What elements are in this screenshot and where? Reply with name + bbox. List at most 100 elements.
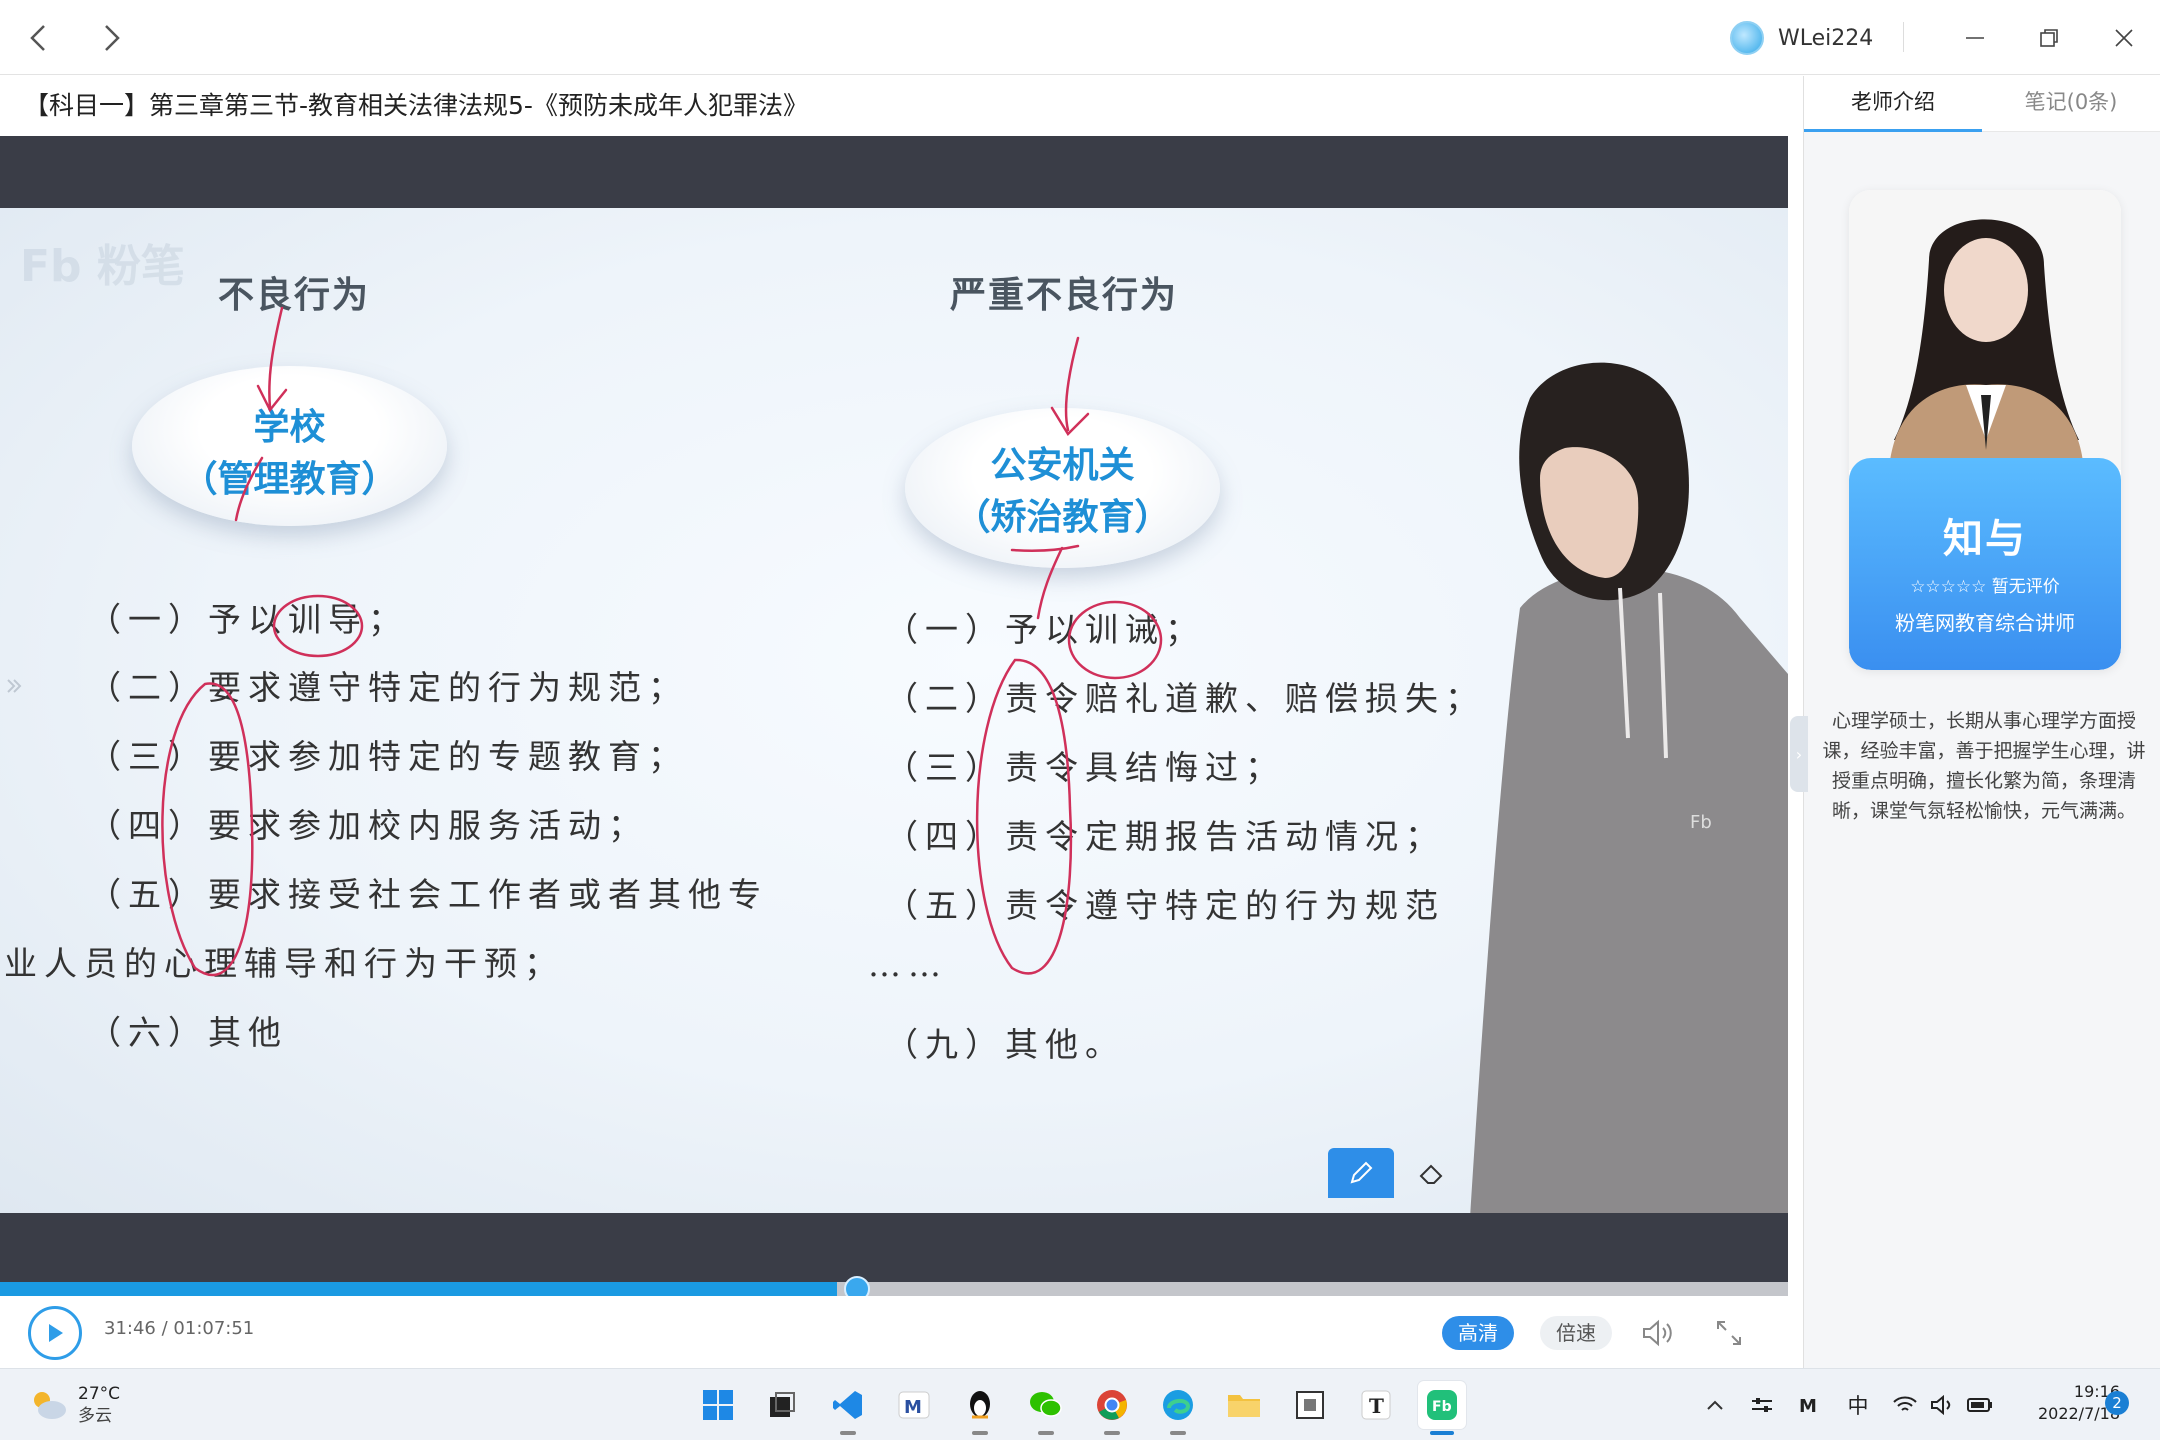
left-item: （三）要求参加特定的专题教育； (88, 737, 688, 776)
user-account[interactable]: WLei224 (1730, 18, 1873, 58)
start-button[interactable] (694, 1381, 742, 1429)
close-button[interactable] (2100, 14, 2148, 62)
volume-icon (1643, 1319, 1672, 1347)
task-view-icon (770, 1392, 795, 1417)
mail-app[interactable]: M (890, 1381, 938, 1429)
fenbi-app[interactable]: Fb (1418, 1381, 1466, 1435)
chevron-right-icon (105, 25, 120, 51)
cloudy-sun-icon (34, 1392, 66, 1419)
time-separator: / (161, 1318, 168, 1339)
police-box-line2: （矫治教育） (954, 497, 1171, 538)
video-player[interactable]: Fb 粉笔 不良行为 严重不良行为 学校 （管理教育） 公安机关 （矫治教育） … (0, 136, 1788, 1282)
notification-badge[interactable]: 2 (2105, 1391, 2129, 1415)
file-explorer-app[interactable] (1220, 1381, 1268, 1429)
pen-tool[interactable] (1328, 1148, 1394, 1198)
sliders-icon (1752, 1398, 1772, 1412)
running-indicator (972, 1431, 988, 1435)
teacher-card: 知与 ☆☆☆☆☆ 暂无评价 粉笔网教育综合讲师 (1849, 190, 2121, 670)
progress-fill (0, 1282, 837, 1296)
police-box: 公安机关 （矫治教育） (905, 408, 1220, 568)
drawing-toolbar (1328, 1148, 1468, 1198)
minimize-button[interactable] (1951, 14, 1999, 62)
divider (1903, 22, 1904, 52)
weather-widget[interactable]: 27°C 多云 (28, 1379, 120, 1431)
battery-button[interactable] (1964, 1387, 1996, 1423)
tray-mail-app[interactable]: M (1793, 1387, 1827, 1423)
left-item: （四）要求参加校内服务活动； (88, 806, 648, 845)
edge-icon (1163, 1390, 1193, 1420)
right-item: （一）予以训诫； (885, 610, 1205, 649)
double-chevron-icon[interactable] (2, 673, 28, 699)
svg-text:M: M (1799, 1396, 1817, 1416)
star-icons: ☆☆☆☆☆ (1910, 577, 1987, 597)
user-avatar (1730, 21, 1764, 55)
school-box: 学校 （管理教育） (132, 366, 447, 526)
edge-app[interactable] (1154, 1381, 1202, 1435)
notepad-app[interactable] (1286, 1381, 1334, 1429)
fullscreen-icon (1717, 1321, 1741, 1345)
task-view-button[interactable] (758, 1381, 806, 1429)
current-time: 31:46 (104, 1318, 156, 1339)
back-button[interactable] (14, 14, 62, 62)
volume-button[interactable] (1637, 1312, 1679, 1354)
play-icon (49, 1324, 63, 1342)
volume-tray[interactable] (1928, 1387, 1958, 1423)
speed-button[interactable]: 倍速 (1540, 1316, 1612, 1350)
m-logo-icon: M (898, 1391, 930, 1419)
weather-condition: 多云 (78, 1406, 112, 1426)
playback-time: 31:46 / 01:07:51 (104, 1318, 254, 1339)
restore-icon (2040, 29, 2058, 47)
close-icon (2115, 29, 2133, 47)
running-indicator (1038, 1431, 1054, 1435)
left-item: （一）予以训导； (88, 600, 408, 639)
weather-temp: 27°C (78, 1384, 121, 1404)
qq-app[interactable] (956, 1381, 1004, 1435)
forward-button[interactable] (88, 14, 136, 62)
running-indicator (1104, 1431, 1120, 1435)
fullscreen-button[interactable] (1708, 1312, 1750, 1354)
battery-icon (1967, 1398, 1992, 1412)
windows-taskbar: 27°C 多云 M T Fb M 中 19:16 2022/7/18 2 (0, 1368, 2160, 1440)
left-item: 业人员的心理辅导和行为干预； (4, 944, 564, 983)
running-indicator (1430, 1431, 1454, 1435)
rating-text: 暂无评价 (1991, 577, 2060, 597)
chrome-icon (1097, 1390, 1127, 1420)
speaker-icon (1931, 1395, 1951, 1415)
typora-app[interactable]: T (1352, 1381, 1400, 1429)
svg-text:Fb: Fb (1690, 812, 1712, 833)
penguin-icon (970, 1391, 990, 1419)
wifi-button[interactable] (1890, 1387, 1920, 1423)
ime-indicator[interactable]: 中 (1843, 1387, 1873, 1423)
school-box-line1: 学校 (253, 407, 326, 448)
wechat-app[interactable] (1022, 1381, 1070, 1435)
show-hidden-icons[interactable] (1700, 1387, 1730, 1423)
system-clock[interactable]: 19:16 2022/7/18 (2000, 1381, 2120, 1425)
folder-icon (1228, 1395, 1260, 1417)
teacher-rating: ☆☆☆☆☆ 暂无评价 (1849, 572, 2121, 597)
eraser-icon (1419, 1164, 1443, 1184)
panel-collapse-handle[interactable]: › (1790, 716, 1808, 792)
clock-time: 19:16 (2073, 1382, 2120, 1401)
play-button[interactable] (28, 1306, 82, 1360)
restore-button[interactable] (2025, 14, 2073, 62)
minimize-icon (1966, 37, 1984, 39)
vscode-app[interactable] (824, 1381, 872, 1435)
svg-text:T: T (1369, 1394, 1384, 1418)
wifi-icon (1893, 1396, 1917, 1411)
tray-app[interactable] (1745, 1387, 1779, 1423)
eraser-tool[interactable] (1398, 1148, 1464, 1198)
school-box-line2: （管理教育） (181, 459, 398, 500)
watermark-logo: Fb 粉笔 (20, 241, 185, 292)
progress-bar[interactable] (0, 1276, 1788, 1302)
title-bar: WLei224 (0, 0, 2160, 75)
windows-icon (703, 1390, 733, 1420)
chrome-app[interactable] (1088, 1381, 1136, 1435)
quality-button[interactable]: 高清 (1442, 1316, 1514, 1350)
tab-teacher-intro[interactable]: 老师介绍 (1804, 76, 1982, 132)
tab-notes[interactable]: 笔记(0条) (1982, 76, 2160, 132)
chevron-up-icon (1707, 1400, 1723, 1410)
police-box-line1: 公安机关 (990, 445, 1135, 486)
teacher-name: 知与 (1943, 516, 2027, 562)
course-title: 【科目一】第三章第三节-教育相关法律法规5-《预防未成年人犯罪法》 (0, 76, 1802, 136)
right-item: （四）责令定期报告活动情况； (885, 817, 1445, 856)
